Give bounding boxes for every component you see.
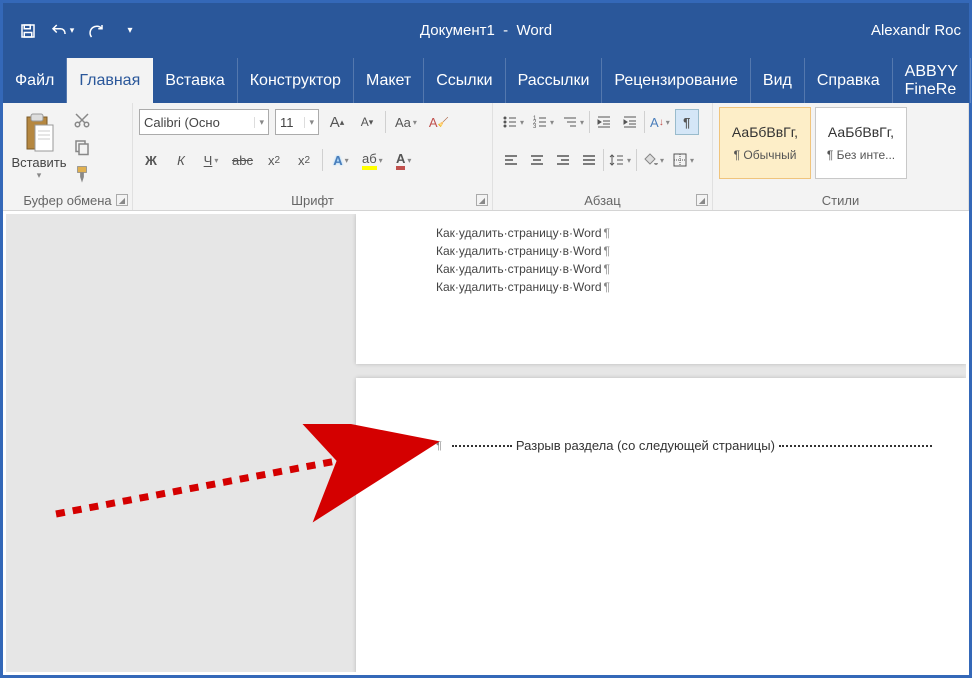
doc-text-line[interactable]: Как·удалить·страницу·в·Word [436,278,886,296]
line-spacing-button[interactable] [606,147,634,173]
doc-text-line[interactable]: Как·удалить·страницу·в·Word [436,224,886,242]
font-family-combo[interactable]: Calibri (Осно▾ [139,109,269,135]
style-normal[interactable]: АаБбВвГг, ¶ Обычный [719,107,811,179]
doc-text-line[interactable]: Как·удалить·страницу·в·Word [436,260,886,278]
tab-references[interactable]: Ссылки [424,58,505,103]
svg-text:3: 3 [533,124,537,130]
multilevel-button[interactable] [559,109,587,135]
clear-format-button[interactable]: A🧹 [426,109,452,135]
tab-abbyy[interactable]: ABBYY FineRe [893,58,971,103]
styles-label: Стили [713,193,968,208]
format-painter-button[interactable] [73,165,91,186]
align-right-button[interactable] [551,147,575,173]
cut-button[interactable] [73,111,91,132]
text-effects-button[interactable]: A [329,147,353,173]
tab-insert[interactable]: Вставка [153,58,237,103]
page-2[interactable]: Разрыв раздела (со следующей страницы) [356,378,966,672]
bullets-button[interactable] [499,109,527,135]
superscript-button[interactable]: x2 [292,147,316,173]
borders-button[interactable] [669,147,697,173]
save-button[interactable] [11,14,45,48]
bold-button[interactable]: Ж [139,147,163,173]
redo-button[interactable] [79,14,113,48]
shading-button[interactable] [639,147,667,173]
ribbon-tabs: Файл Главная Вставка Конструктор Макет С… [3,58,969,103]
group-paragraph: 123 A↓ ¶ Абзац ◢ [493,103,713,210]
grow-font-button[interactable]: A▴ [325,109,349,135]
tab-file[interactable]: Файл [3,58,67,103]
tab-home[interactable]: Главная [67,58,153,103]
align-justify-button[interactable] [577,147,601,173]
tab-layout[interactable]: Макет [354,58,424,103]
tab-view[interactable]: Вид [751,58,805,103]
underline-button[interactable]: Ч [199,147,223,173]
undo-button[interactable]: ▾ [45,14,79,48]
clipboard-label: Буфер обмена [3,193,132,208]
font-color-button[interactable]: A [392,147,416,173]
paragraph-dialog-launcher[interactable]: ◢ [696,194,708,206]
change-case-button[interactable]: Aa [392,109,420,135]
subscript-button[interactable]: x2 [262,147,286,173]
section-break-marker[interactable]: Разрыв раздела (со следующей страницы) [436,438,936,453]
tab-review[interactable]: Рецензирование [602,58,751,103]
title-bar: ▾ ▾ Документ1 - Word Alexandr Roc [3,3,969,58]
quick-access-toolbar: ▾ ▾ [11,14,147,48]
paragraph-label: Абзац [493,193,712,208]
align-center-button[interactable] [525,147,549,173]
ribbon: Вставить ▾ Буфер обмена ◢ Calibri (Осно▾… [3,103,969,211]
group-clipboard: Вставить ▾ Буфер обмена ◢ [3,103,133,210]
style-no-spacing[interactable]: АаБбВвГг, ¶ Без инте... [815,107,907,179]
highlight-button[interactable]: aб [359,147,386,173]
sort-button[interactable]: A↓ [647,109,673,135]
window-title: Документ1 - Word [420,22,552,39]
font-label: Шрифт [133,193,492,208]
page-1[interactable]: Как·удалить·страницу·в·Word Как·удалить·… [356,214,966,364]
numbering-button[interactable]: 123 [529,109,557,135]
tab-help[interactable]: Справка [805,58,893,103]
doc-text-line[interactable]: Как·удалить·страницу·в·Word [436,242,886,260]
indent-increase-button[interactable] [618,109,642,135]
strike-button[interactable]: abc [229,147,256,173]
shrink-font-button[interactable]: A▾ [355,109,379,135]
font-size-combo[interactable]: 11▾ [275,109,319,135]
pilcrow-button[interactable]: ¶ [675,109,699,135]
tab-mailings[interactable]: Рассылки [506,58,603,103]
qat-customize[interactable]: ▾ [113,14,147,48]
indent-decrease-button[interactable] [592,109,616,135]
document-area[interactable]: Как·удалить·страницу·в·Word Как·удалить·… [6,214,966,672]
tab-design[interactable]: Конструктор [238,58,354,103]
align-left-button[interactable] [499,147,523,173]
group-font: Calibri (Осно▾ 11▾ A▴ A▾ Aa A🧹 Ж К Ч abc… [133,103,493,210]
clipboard-dialog-launcher[interactable]: ◢ [116,194,128,206]
group-styles: АаБбВвГг, ¶ Обычный АаБбВвГг, ¶ Без инте… [713,103,969,210]
copy-button[interactable] [73,138,91,159]
paste-button[interactable]: Вставить ▾ [9,107,69,187]
italic-button[interactable]: К [169,147,193,173]
user-name: Alexandr Roc [871,22,961,39]
font-dialog-launcher[interactable]: ◢ [476,194,488,206]
